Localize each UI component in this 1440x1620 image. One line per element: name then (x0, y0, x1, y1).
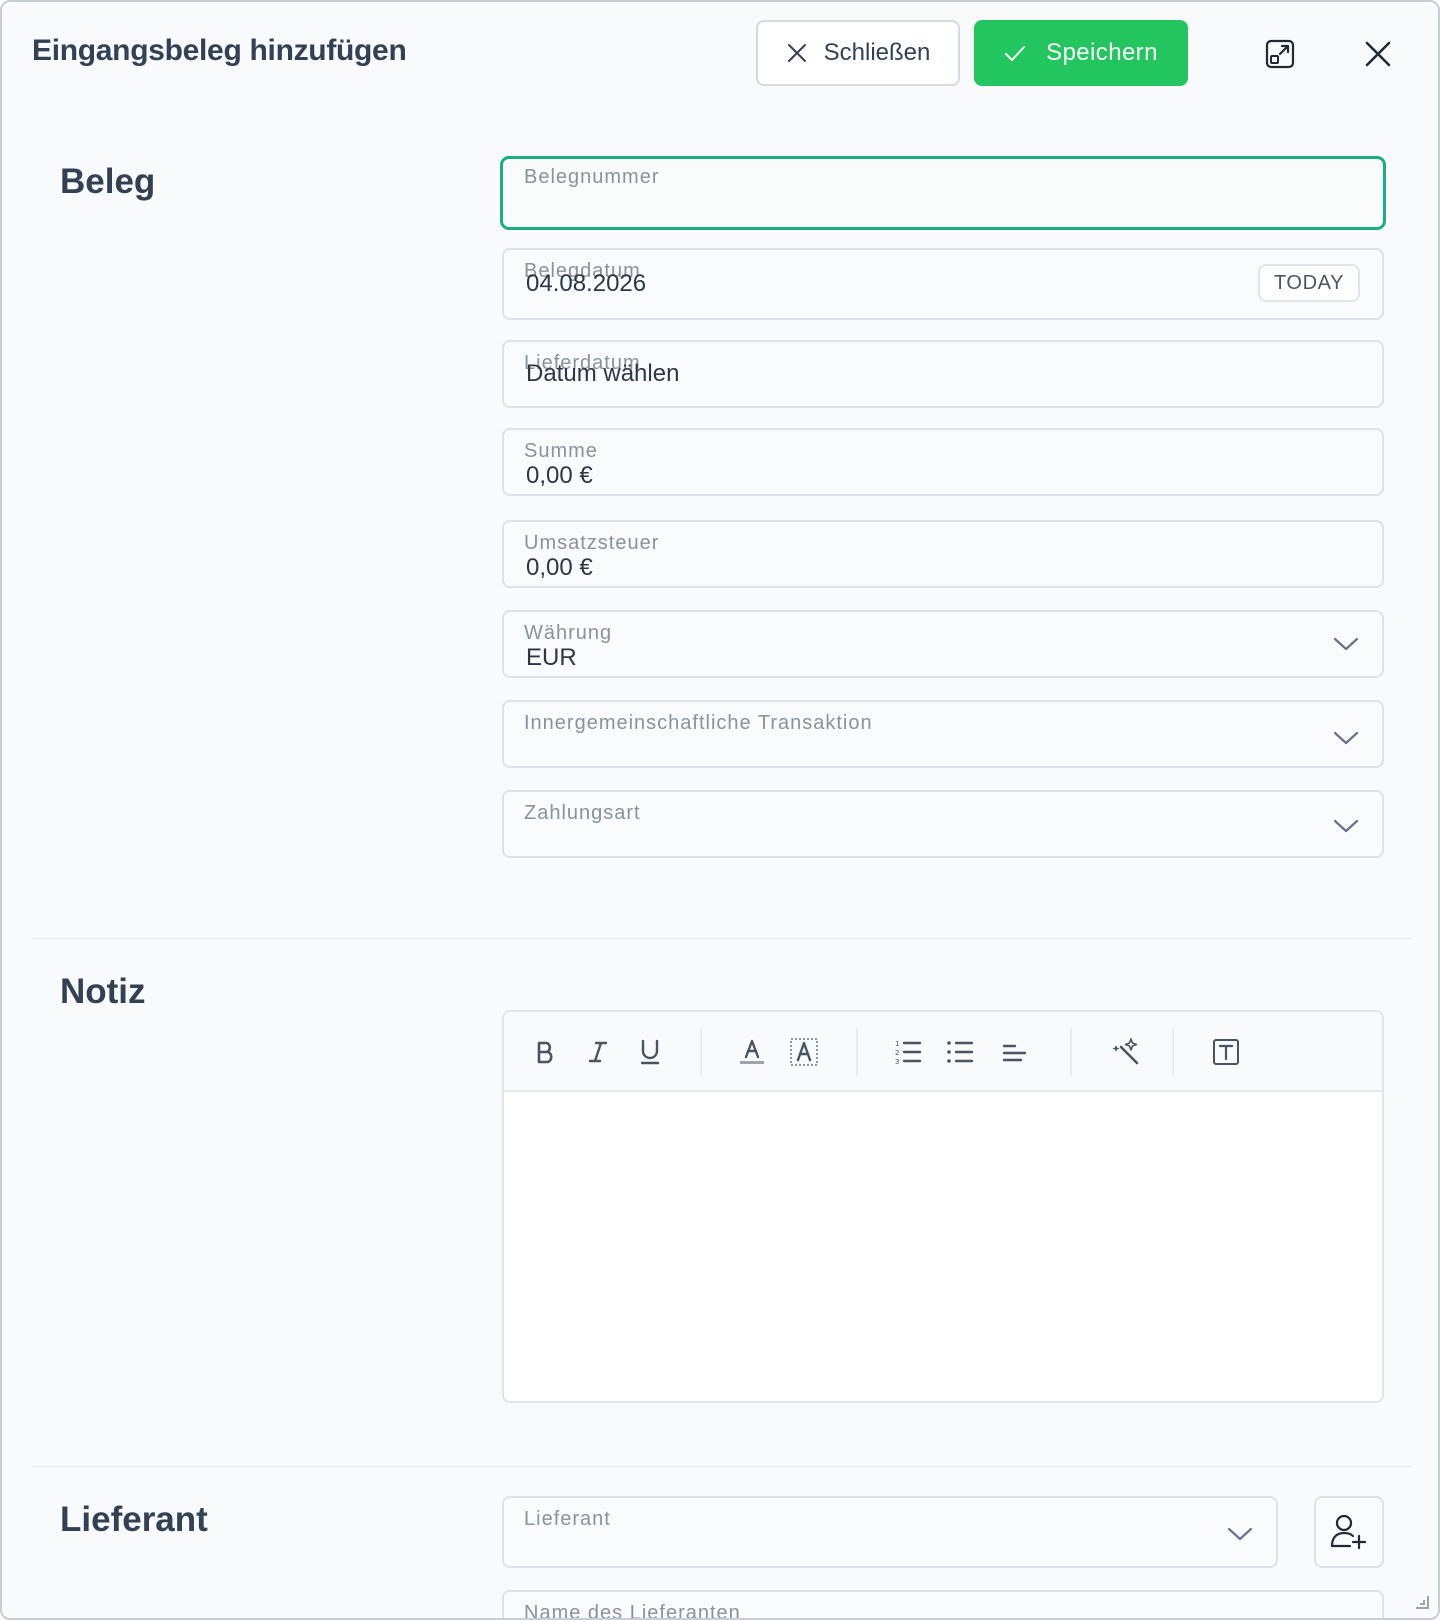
text-box-button[interactable] (1206, 1032, 1246, 1072)
section-title-notiz: Notiz (60, 972, 146, 1011)
chevron-down-icon (1227, 1527, 1253, 1541)
toolbar-separator (1070, 1028, 1072, 1076)
check-icon (1005, 46, 1026, 61)
lieferant-select[interactable]: Lieferant (502, 1496, 1278, 1568)
chevron-down-icon (1333, 637, 1359, 651)
zahlungsart-label: Zahlungsart (524, 802, 641, 824)
umsatzsteuer-label: Umsatzsteuer (524, 532, 660, 554)
svg-text:2: 2 (895, 1049, 899, 1057)
close-modal-button[interactable] (1356, 32, 1400, 76)
highlight-button[interactable] (784, 1032, 824, 1072)
section-title-lieferant: Lieferant (60, 1500, 208, 1539)
ordered-list-button[interactable]: 123 (888, 1032, 928, 1072)
expand-icon (1265, 39, 1295, 69)
add-supplier-button[interactable] (1314, 1496, 1384, 1568)
belegnummer-field[interactable]: Belegnummer (500, 156, 1386, 230)
summe-label: Summe (524, 440, 598, 462)
bold-icon (537, 1041, 553, 1064)
toolbar-separator (700, 1028, 702, 1076)
section-divider (32, 938, 1412, 939)
umsatzsteuer-value: 0,00 € (526, 554, 593, 581)
resize-grip-icon[interactable] (1414, 1594, 1430, 1610)
underline-icon (640, 1039, 660, 1065)
summe-field[interactable]: Summe 0,00 € (502, 428, 1384, 496)
save-button-label: Speichern (1046, 39, 1158, 66)
bold-button[interactable] (526, 1032, 566, 1072)
text-box-icon (1213, 1039, 1239, 1065)
waehrung-value: EUR (526, 644, 577, 671)
section-divider (32, 1466, 1412, 1467)
close-icon (787, 44, 806, 62)
toolbar-separator (1172, 1028, 1174, 1076)
chevron-down-icon (1333, 819, 1359, 833)
name-lieferant-label: Name des Lieferanten (524, 1602, 741, 1620)
magic-wand-icon (1112, 1038, 1139, 1065)
innergemeinschaftlich-select[interactable]: Innergemeinschaftliche Transaktion (502, 700, 1384, 768)
editor-content-area[interactable] (504, 1092, 1382, 1401)
name-lieferant-field[interactable]: Name des Lieferanten (502, 1590, 1384, 1620)
lieferdatum-value: Datum wählen (526, 360, 680, 387)
x-icon (1365, 41, 1391, 67)
belegdatum-field[interactable]: Belegdatum 04.08.2026 TODAY (502, 248, 1384, 320)
bullet-list-button[interactable] (940, 1032, 980, 1072)
waehrung-label: Währung (524, 622, 613, 644)
lieferdatum-field[interactable]: Lieferdatum Datum wählen (502, 340, 1384, 408)
close-button-label: Schließen (823, 39, 931, 66)
save-button[interactable]: Speichern (974, 20, 1188, 86)
italic-button[interactable] (578, 1032, 618, 1072)
align-left-button[interactable] (994, 1032, 1034, 1072)
innergemeinschaftlich-label: Innergemeinschaftliche Transaktion (524, 712, 873, 734)
rich-text-editor: 123 (502, 1010, 1384, 1403)
svg-text:1: 1 (895, 1040, 899, 1048)
ordered-list-icon: 123 (895, 1040, 922, 1065)
lieferant-label: Lieferant (524, 1508, 611, 1530)
expand-window-button[interactable] (1258, 32, 1302, 76)
bullet-list-icon (947, 1041, 974, 1063)
italic-icon (588, 1041, 608, 1063)
magic-wand-button[interactable] (1106, 1032, 1146, 1072)
waehrung-select[interactable]: Währung EUR (502, 610, 1384, 678)
today-button[interactable]: TODAY (1258, 264, 1360, 302)
underline-button[interactable] (630, 1032, 670, 1072)
highlight-icon (790, 1038, 818, 1066)
add-user-icon (1330, 1514, 1367, 1550)
belegdatum-value: 04.08.2026 (526, 270, 647, 297)
modal-title: Eingangsbeleg hinzufügen (32, 34, 407, 67)
close-button[interactable]: Schließen (756, 20, 960, 86)
font-color-icon (740, 1039, 764, 1064)
toolbar-separator (856, 1028, 858, 1076)
zahlungsart-select[interactable]: Zahlungsart (502, 790, 1384, 858)
modal-dialog: Eingangsbeleg hinzufügen Schließen Speic… (0, 0, 1440, 1620)
modal-header: Eingangsbeleg hinzufügen Schließen Speic… (2, 2, 1438, 106)
font-color-button[interactable] (732, 1032, 772, 1072)
align-left-icon (1002, 1044, 1027, 1062)
chevron-down-icon (1333, 731, 1359, 745)
section-title-beleg: Beleg (60, 162, 156, 201)
umsatzsteuer-field[interactable]: Umsatzsteuer 0,00 € (502, 520, 1384, 588)
belegnummer-label: Belegnummer (524, 166, 660, 188)
editor-toolbar: 123 (504, 1012, 1382, 1092)
summe-value: 0,00 € (526, 462, 593, 489)
svg-text:3: 3 (895, 1058, 899, 1065)
